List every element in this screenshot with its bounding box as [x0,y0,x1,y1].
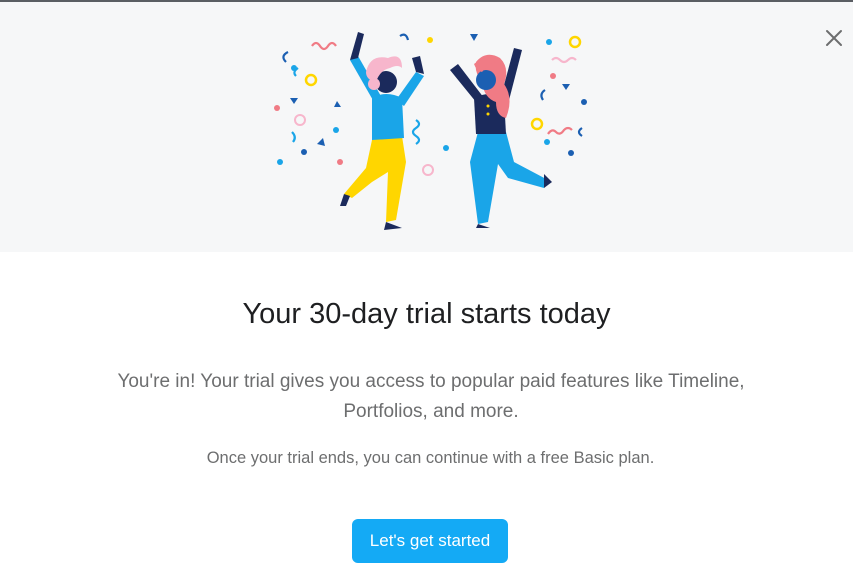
close-icon [826,30,842,46]
dialog-title: Your 30-day trial starts today [242,298,611,330]
hero-banner [0,2,853,252]
dancer-right [450,48,552,228]
dialog-note: Once your trial ends, you can continue w… [206,449,655,467]
dialog-description: You're in! Your trial gives you access t… [117,371,745,422]
confetti [274,33,587,176]
dancing-people-illustration [274,32,587,230]
close-button[interactable] [822,26,846,50]
dancer-left [340,32,424,230]
trial-started-dialog: Your 30-day trial starts today You're in… [0,0,853,579]
get-started-button[interactable]: Let's get started [352,519,508,563]
